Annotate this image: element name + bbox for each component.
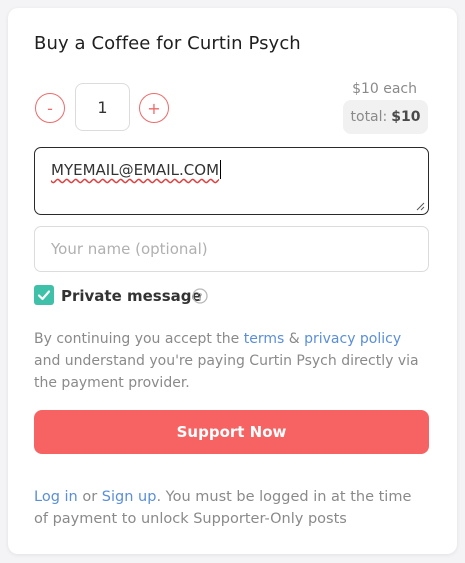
resize-grip-icon[interactable] xyxy=(416,202,425,211)
privacy-policy-link[interactable]: privacy policy xyxy=(304,331,401,347)
signup-link[interactable]: Sign up xyxy=(102,489,157,505)
consent-prefix: By continuing you accept the xyxy=(34,331,244,347)
increase-quantity-button[interactable]: + xyxy=(139,93,169,123)
total-label: total: xyxy=(350,109,388,125)
login-notice: Log in or Sign up. You must be logged in… xyxy=(34,486,429,530)
support-now-button[interactable]: Support Now xyxy=(34,410,429,454)
quantity-input[interactable]: 1 xyxy=(75,83,130,131)
consent-text: By continuing you accept the terms & pri… xyxy=(34,328,429,394)
name-placeholder: Your name (optional) xyxy=(51,240,208,258)
email-field[interactable]: MYEMAIL@EMAIL.COM xyxy=(34,147,429,215)
price-each: $10 each xyxy=(352,81,417,97)
consent-amp: & xyxy=(284,331,305,347)
page-title: Buy a Coffee for Curtin Psych xyxy=(34,33,301,54)
terms-link[interactable]: terms xyxy=(244,331,285,347)
name-field[interactable]: Your name (optional) xyxy=(34,226,429,272)
price-total-badge: total: $10 xyxy=(343,100,428,134)
help-icon[interactable]: ? xyxy=(192,288,208,304)
consent-suffix: and understand you're paying Curtin Psyc… xyxy=(34,353,419,391)
private-message-label[interactable]: Private message xyxy=(61,287,202,305)
login-link[interactable]: Log in xyxy=(34,489,78,505)
decrease-quantity-button[interactable]: - xyxy=(35,93,65,123)
total-value: $10 xyxy=(391,109,421,125)
footer-or: or xyxy=(77,489,102,505)
private-message-checkbox[interactable] xyxy=(34,285,54,305)
email-value: MYEMAIL@EMAIL.COM xyxy=(51,161,220,179)
checkmark-icon xyxy=(37,290,51,301)
svg-text:?: ? xyxy=(197,292,202,303)
text-caret xyxy=(220,160,222,179)
